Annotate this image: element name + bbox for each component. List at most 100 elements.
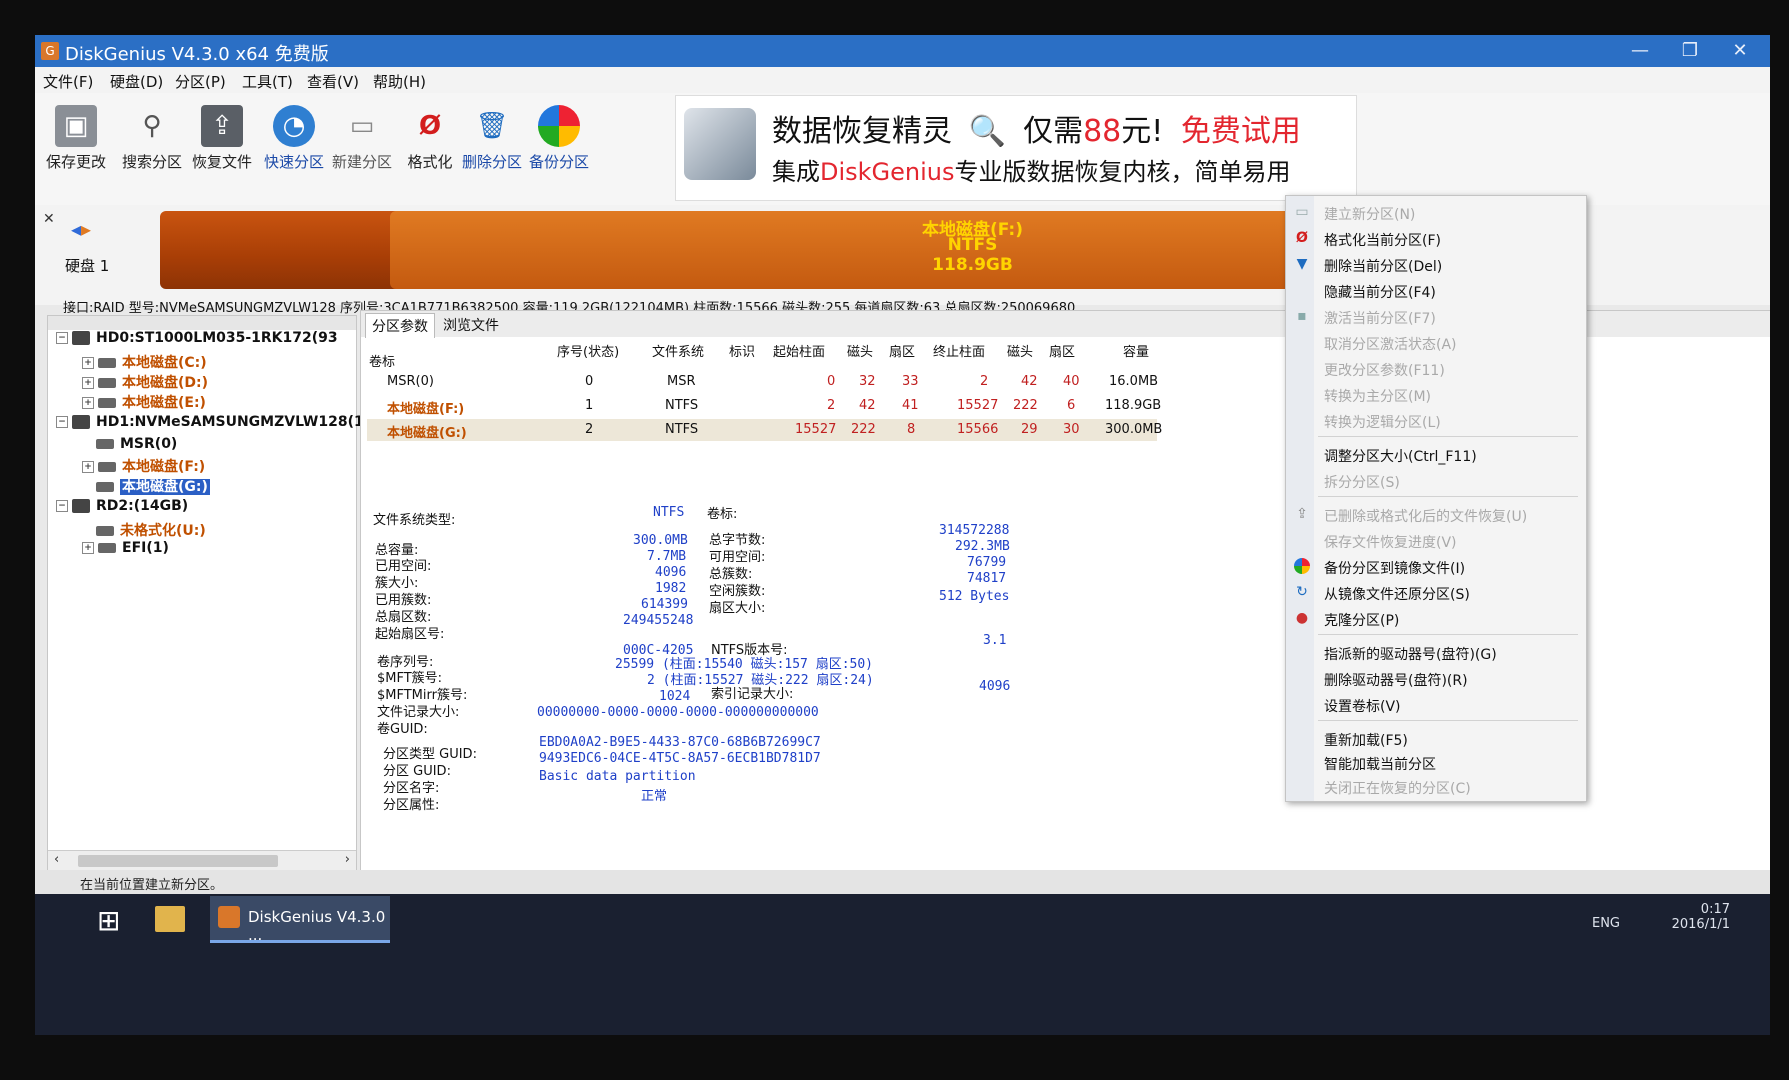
delete-partition-button[interactable]: 🗑 删除分区: [455, 99, 529, 183]
tree-label: HD1:NVMeSAMSUNGMZVLW128(1: [96, 414, 364, 430]
clock-time[interactable]: 0:17: [1650, 902, 1730, 917]
menu-item-format[interactable]: 格式化当前分区(F): [1324, 230, 1441, 250]
cell: 41: [902, 398, 919, 413]
menu-item-hide[interactable]: 隐藏当前分区(F4): [1324, 282, 1436, 302]
menu-item-to-primary[interactable]: 转换为主分区(M): [1324, 386, 1431, 406]
toolbar-label: 搜索分区: [121, 153, 182, 171]
partition-name-value: Basic data partition: [539, 769, 696, 784]
menu-item-assign-letter[interactable]: 指派新的驱动器号(盘符)(G): [1324, 644, 1497, 664]
partition-guid-value: 9493EDC6-04CE-4T5C-8A57-6ECB1BD781D7: [539, 751, 821, 766]
tree-partition-g[interactable]: 本地磁盘(G:): [96, 476, 210, 496]
tree-partition-f[interactable]: + 本地磁盘(F:): [82, 456, 205, 476]
tree-partition-e[interactable]: + 本地磁盘(E:): [82, 392, 206, 412]
hard-disk-icon: [684, 108, 756, 180]
tree-partition-efi[interactable]: + EFI(1): [82, 540, 169, 556]
restore-button[interactable]: ❐: [1670, 37, 1710, 65]
menu-item-smart-load[interactable]: 智能加载当前分区: [1324, 754, 1436, 774]
tree-disk-rd2[interactable]: − RD2:(14GB): [56, 498, 188, 514]
tree-partition-d[interactable]: + 本地磁盘(D:): [82, 372, 208, 392]
expand-icon[interactable]: +: [82, 377, 94, 389]
collapse-icon[interactable]: −: [56, 332, 68, 344]
menu-item-set-label[interactable]: 设置卷标(V): [1324, 696, 1401, 716]
menu-item-activate[interactable]: 激活当前分区(F7): [1324, 308, 1436, 328]
menu-item-change-params[interactable]: 更改分区参数(F11): [1324, 360, 1445, 380]
menu-item-reload[interactable]: 重新加载(F5): [1324, 730, 1408, 750]
expand-icon[interactable]: +: [82, 542, 94, 554]
close-icon[interactable]: ✕: [43, 211, 55, 227]
menu-disk[interactable]: 硬盘(D): [110, 71, 163, 92]
expand-icon[interactable]: +: [82, 397, 94, 409]
menu-item-resize[interactable]: 调整分区大小(Ctrl_F11): [1324, 446, 1477, 466]
taskbar-app-label: DiskGenius V4.3.0 ...: [248, 908, 386, 944]
ad-banner[interactable]: 数据恢复精灵 🔍 仅需88元! 免费试用 集成DiskGenius专业版数据恢复…: [675, 95, 1357, 201]
menu-item-new-partition[interactable]: 建立新分区(N): [1324, 204, 1415, 224]
windows-start-icon[interactable]: ⊞: [97, 904, 127, 937]
arrow-right-icon[interactable]: ▸: [81, 217, 91, 241]
tree-partition-u[interactable]: 未格式化(U:): [96, 520, 206, 540]
menu-view[interactable]: 查看(V): [307, 71, 359, 92]
clock-date[interactable]: 2016/1/1: [1650, 917, 1730, 932]
menu-file[interactable]: 文件(F): [43, 71, 93, 92]
backup-icon: [1294, 558, 1310, 574]
scroll-left-icon[interactable]: ‹: [54, 852, 59, 867]
new-partition-icon: ▭: [349, 111, 375, 141]
new-partition-button[interactable]: ▭ 新建分区: [325, 99, 399, 183]
menu-item-close-recovering[interactable]: 关闭正在恢复的分区(C): [1324, 778, 1471, 798]
menu-item-remove-letter[interactable]: 删除驱动器号(盘符)(R): [1324, 670, 1468, 690]
tree-horizontal-scrollbar[interactable]: ‹ ›: [48, 850, 356, 871]
recover-files-button[interactable]: ⇪ 恢复文件: [185, 99, 259, 183]
partition-icon: [96, 439, 114, 449]
scroll-right-icon[interactable]: ›: [345, 852, 350, 867]
tree-disk-hd0[interactable]: − HD0:ST1000LM035-1RK172(93: [56, 330, 338, 346]
backup-partition-button[interactable]: 备份分区: [522, 99, 596, 183]
delete-icon: ▼: [1296, 256, 1308, 272]
disk-nav[interactable]: ◂▸: [71, 217, 91, 241]
menu-item-file-recovery[interactable]: 已删除或格式化后的文件恢复(U): [1324, 506, 1527, 526]
taskbar-app-diskgenius[interactable]: DiskGenius V4.3.0 ...: [210, 896, 390, 944]
menu-item-deactivate[interactable]: 取消分区激活状态(A): [1324, 334, 1457, 354]
collapse-icon[interactable]: −: [56, 500, 68, 512]
hard-disk-icon: [72, 499, 90, 513]
menu-item-delete[interactable]: 删除当前分区(Del): [1324, 256, 1442, 276]
banner-free-trial: 免费试用: [1180, 114, 1301, 149]
expand-icon[interactable]: +: [82, 461, 94, 473]
menu-partition[interactable]: 分区(P): [175, 71, 226, 92]
table-row-selected[interactable]: 本地磁盘(G:) 2 NTFS 15527 222 8 15566 29 30 …: [367, 419, 1162, 441]
expand-icon[interactable]: +: [82, 357, 94, 369]
status-text: 在当前位置建立新分区。: [80, 878, 224, 893]
menu-help[interactable]: 帮助(H): [373, 71, 426, 92]
menu-item-clone[interactable]: 克隆分区(P): [1324, 610, 1399, 630]
minimize-button[interactable]: —: [1620, 37, 1660, 65]
close-button[interactable]: ✕: [1720, 37, 1760, 65]
backup-icon: [538, 105, 580, 147]
search-partition-button[interactable]: ⚲ 搜索分区: [115, 99, 189, 183]
menu-item-restore-image[interactable]: 从镜像文件还原分区(S): [1324, 584, 1470, 604]
language-indicator[interactable]: ENG: [1592, 916, 1620, 931]
menu-item-to-logical[interactable]: 转换为逻辑分区(L): [1324, 412, 1441, 432]
cell: 16.0MB: [1109, 374, 1159, 389]
tree-partition-msr[interactable]: MSR(0): [96, 436, 177, 452]
file-explorer-icon[interactable]: [155, 906, 185, 932]
recover-icon: ⇪: [1296, 506, 1308, 522]
table-row[interactable]: 本地磁盘(F:) 1 NTFS 2 42 41 15527 222 6 118.…: [367, 395, 1161, 417]
menu-item-backup-image[interactable]: 备份分区到镜像文件(I): [1324, 558, 1465, 578]
save-changes-button[interactable]: ▣ 保存更改: [39, 99, 113, 183]
menu-tools[interactable]: 工具(T): [242, 71, 293, 92]
tree-disk-hd1[interactable]: − HD1:NVMeSAMSUNGMZVLW128(1: [56, 414, 364, 430]
collapse-icon[interactable]: −: [56, 416, 68, 428]
detail-value: 76799: [967, 555, 1007, 570]
tab-partition-params[interactable]: 分区参数: [365, 313, 435, 338]
table-row[interactable]: MSR(0) 0 MSR 0 32 33 2 42 40 16.0MB: [367, 371, 1159, 393]
cell: 2: [827, 398, 836, 413]
tab-browse-files[interactable]: 浏览文件: [437, 315, 505, 335]
col-header: 终止柱面: [933, 345, 986, 360]
arrow-left-icon[interactable]: ◂: [71, 217, 81, 241]
quick-partition-button[interactable]: ◔ 快速分区: [257, 99, 331, 183]
menu-item-split[interactable]: 拆分分区(S): [1324, 472, 1400, 492]
format-icon: Ø: [1296, 230, 1308, 246]
detail-value: 314572288: [939, 523, 1010, 538]
tree-partition-c[interactable]: + 本地磁盘(C:): [82, 352, 207, 372]
menu-item-save-progress[interactable]: 保存文件恢复进度(V): [1324, 532, 1457, 552]
app-logo-icon: [218, 906, 240, 928]
scroll-thumb[interactable]: [78, 855, 278, 867]
